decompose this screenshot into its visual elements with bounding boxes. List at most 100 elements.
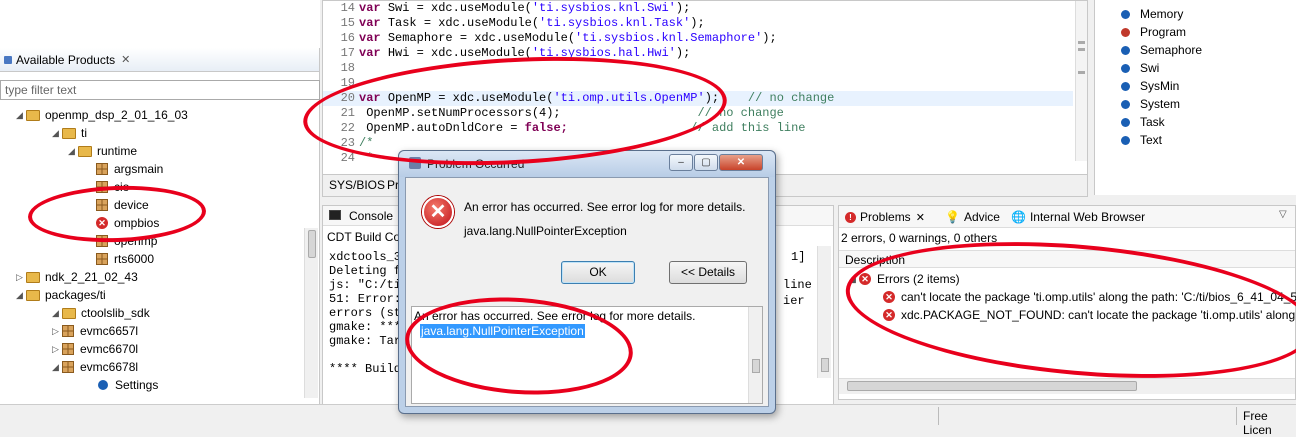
status-divider [938,407,939,425]
expand-arrow-icon[interactable]: ◢ [849,274,859,285]
module-icon [1121,9,1130,19]
close-icon[interactable]: ✕ [916,211,925,224]
folder-icon [62,307,76,319]
tree-item[interactable]: rts6000 [86,250,154,268]
console-scrollbar[interactable] [817,246,831,378]
tree-item[interactable]: ◢ packages/ti [16,286,106,304]
collapse-arrow-icon[interactable]: ◢ [52,128,62,139]
tab-advice[interactable]: 💡 Advice [945,206,1000,228]
close-icon[interactable]: ✕ [121,53,130,66]
package-icon [62,325,74,337]
tab-advice-label: Advice [963,210,1000,224]
collapse-arrow-icon[interactable]: ◢ [68,146,78,157]
available-products-panel: Available Products ✕ [0,48,320,428]
console-fragment: ier [783,294,805,308]
tab-problems-label: Problems [860,210,911,224]
tab-problems[interactable]: ! Problems ✕ [845,206,925,228]
outline-item[interactable]: Memory [1121,5,1183,23]
collapse-arrow-icon[interactable]: ◢ [16,110,26,121]
console-fragment: line [783,278,812,292]
tree-item[interactable]: ✕ ompbios [86,214,159,232]
column-header[interactable]: Description [839,250,1295,268]
filter-input[interactable]: type filter text [0,80,320,100]
console-icon [329,210,341,220]
problems-h-scrollbar[interactable] [839,378,1295,394]
tree-scrollbar[interactable] [304,228,318,398]
tab-web-browser[interactable]: 🌐 Internal Web Browser [1011,206,1145,228]
tree-item[interactable]: ◢ ti [52,124,87,142]
package-icon [96,199,108,211]
error-icon: ✕ [422,196,454,228]
close-icon[interactable]: ✕ [719,154,763,171]
code-line: 23/* [323,136,374,151]
details-button[interactable]: << Details [669,261,747,284]
tab-label: Available Products [16,52,116,67]
lightbulb-icon: 💡 [945,210,960,224]
problems-icon: ! [845,211,856,223]
error-icon: ✕ [859,273,871,285]
dialog-body: ✕ An error has occurred. See error log f… [405,177,769,407]
code-editor[interactable]: 14 var Swi = xdc.useModule('ti.sysbios.kn… [322,0,1088,175]
tab-available-products[interactable]: Available Products ✕ [0,48,319,72]
tree-item-label: runtime [97,144,138,158]
outline-item[interactable]: Program [1121,23,1186,41]
dialog-title-bar[interactable]: Problem Occurred – ▢ ✕ [399,151,775,177]
outline-item[interactable]: Text [1121,131,1162,149]
tree-item-label: evmc6670l [80,342,139,356]
outline-item[interactable]: Swi [1121,59,1159,77]
problem-row[interactable]: ✕ can't locate the package 'ti.omp.utils… [883,290,1296,304]
outline-item-label: SysMin [1140,79,1180,93]
folder-icon [26,109,40,121]
outline-item-label: Task [1140,115,1165,129]
tree-item-label: device [114,198,149,212]
expand-arrow-icon[interactable]: ▷ [52,326,62,337]
tree-item[interactable]: ◢ evmc6678l [52,358,138,376]
tree-item[interactable]: ◢ openmp_dsp_2_01_16_03 [16,106,188,124]
tree-item[interactable]: ▷ ndk_2_21_02_43 [16,268,138,286]
ok-button[interactable]: OK [561,261,635,284]
maximize-icon[interactable]: ▢ [694,154,718,171]
tree-item[interactable]: ◢ ctoolslib_sdk [52,304,150,322]
tab-sysbios[interactable]: SYS/BIOS [329,178,385,192]
code-line: 22 OpenMP.autoDnldCore = false; // add t… [323,121,806,136]
tree-item[interactable]: openmp [86,232,157,250]
view-menu-icon[interactable]: ▽ [1279,209,1287,220]
tree-item-label: ti [81,126,87,140]
console-fragment: 1] [791,250,806,264]
tree-item[interactable]: argsmain [86,160,163,178]
problem-description: can't locate the package 'ti.omp.utils' … [901,290,1296,304]
outline-item[interactable]: Task [1121,113,1165,131]
tree-item[interactable]: ◢ runtime [68,142,137,160]
expand-arrow-icon[interactable]: ▷ [52,344,62,355]
tree-item[interactable]: device [86,196,149,214]
scrollbar-thumb[interactable] [307,230,316,258]
outline-item-label: Swi [1140,61,1160,75]
tree-item-label: openmp_dsp_2_01_16_03 [45,108,188,122]
tree-item-label: packages/ti [45,288,106,302]
package-icon [62,361,74,373]
tree-item[interactable]: ▷ evmc6657l [52,322,138,340]
code-line: 17 var Hwi = xdc.useModule('ti.sysbios.ha… [323,46,691,61]
module-icon [1121,117,1130,127]
folder-icon [26,271,40,283]
collapse-arrow-icon[interactable]: ◢ [16,290,26,301]
tree-item[interactable]: ▷ evmc6670l [52,340,138,358]
outline-item[interactable]: SysMin [1121,77,1179,95]
minimize-icon[interactable]: – [669,154,693,171]
outline-item[interactable]: Semaphore [1121,41,1202,59]
tree-item[interactable]: Settings [88,376,158,394]
collapse-arrow-icon[interactable]: ◢ [52,362,62,373]
code-line: 14 var Swi = xdc.useModule('ti.sysbios.kn… [323,1,691,16]
problem-row[interactable]: ✕ xdc.PACKAGE_NOT_FOUND: can't locate th… [883,308,1296,322]
details-line: An error has occurred. See error log for… [414,309,696,323]
tab-console[interactable]: Console [349,209,393,223]
details-text-area[interactable]: An error has occurred. See error log for… [411,306,763,404]
outline-item-label: Semaphore [1140,43,1203,57]
collapse-arrow-icon[interactable]: ◢ [52,308,62,319]
details-scrollbar[interactable] [748,307,762,403]
tree-item-label: ndk_2_21_02_43 [45,270,138,284]
expand-arrow-icon[interactable]: ▷ [16,272,26,283]
outline-item[interactable]: System [1121,95,1180,113]
errors-group[interactable]: ◢ ✕ Errors (2 items) [849,272,960,286]
tree-item[interactable]: cio [86,178,129,196]
